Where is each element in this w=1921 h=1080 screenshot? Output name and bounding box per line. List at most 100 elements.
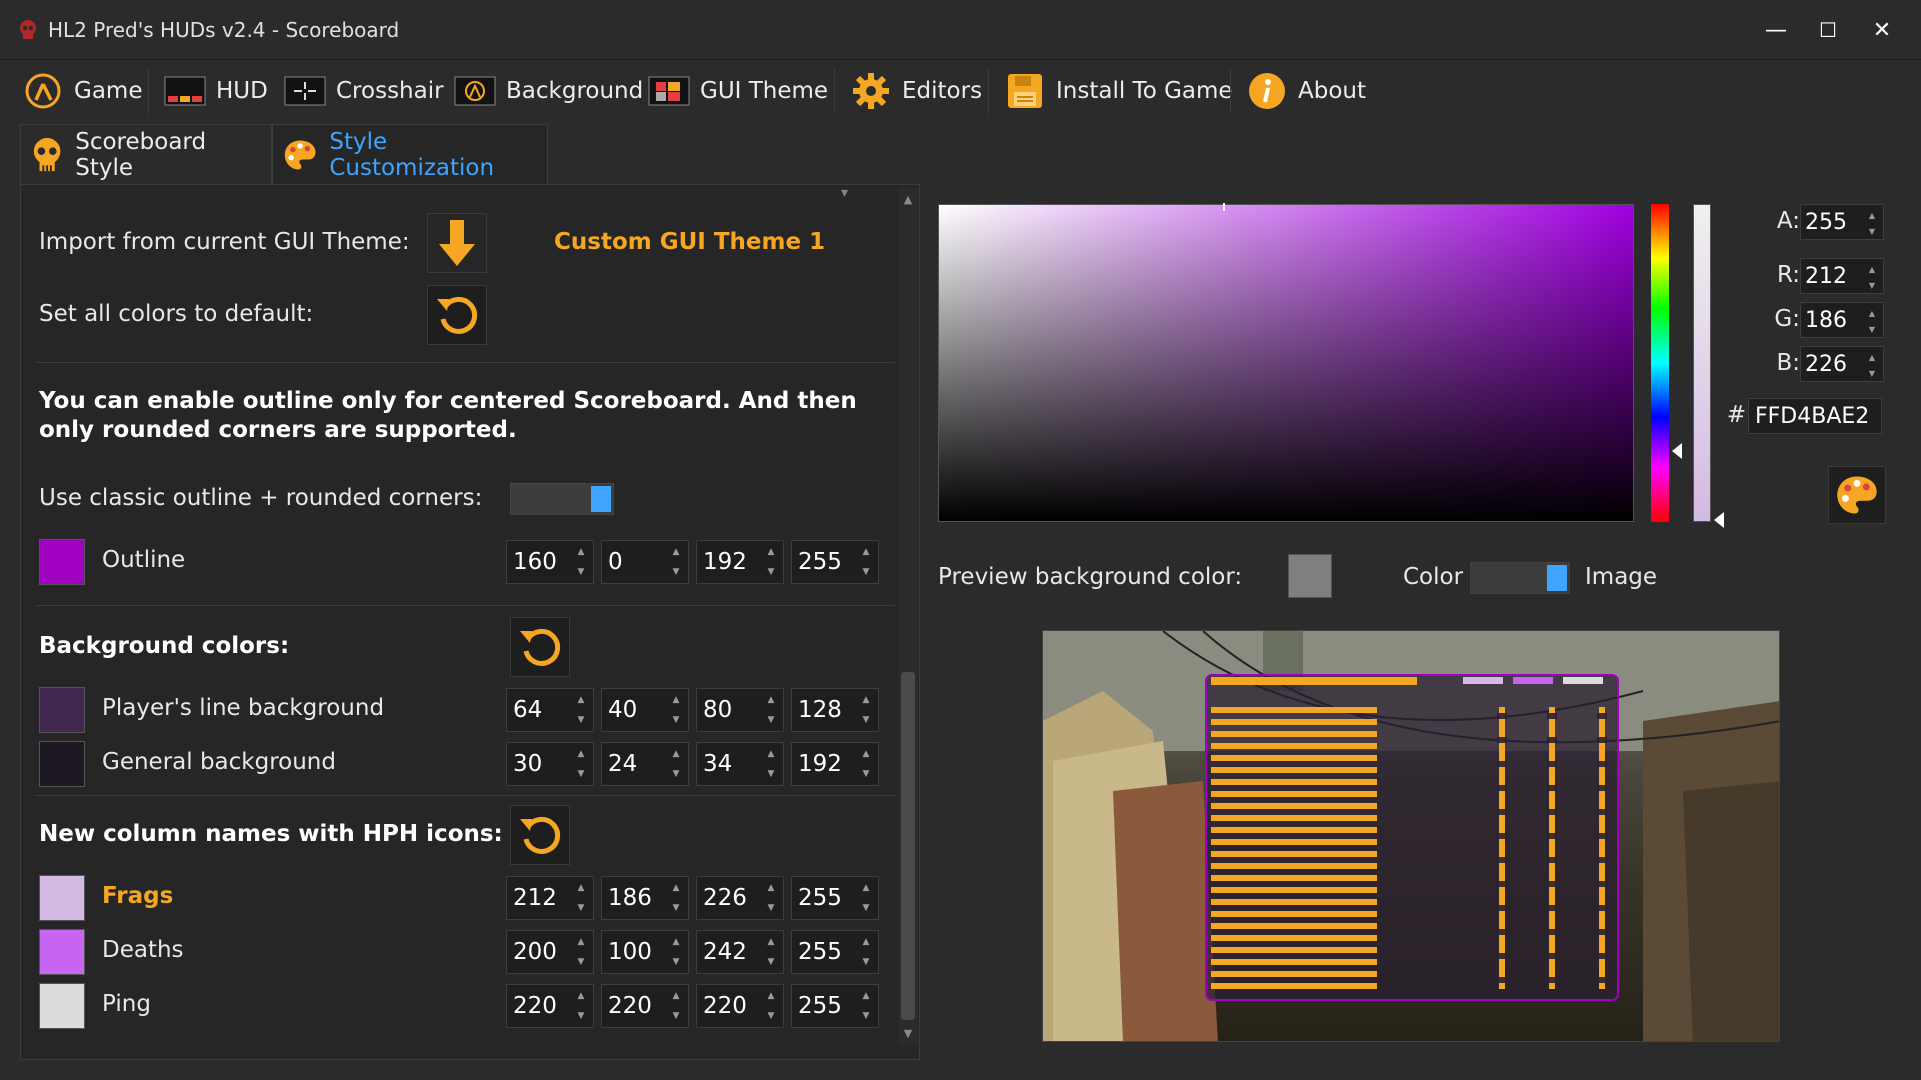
spin-down-icon[interactable]: ▼ [858,563,874,581]
alpha-slider[interactable] [1693,204,1711,522]
tab-scoreboard-style[interactable]: Scoreboard Style [20,124,272,184]
spin-up-icon[interactable]: ▲ [668,691,684,709]
spin-up-icon[interactable]: ▲ [858,745,874,763]
general-bg-r-input[interactable] [507,743,573,785]
deaths-b-spin[interactable]: ▲▼ [696,930,784,974]
spin-down-icon[interactable]: ▼ [858,899,874,917]
spin-up-icon[interactable]: ▲ [573,879,589,897]
ping-r-spin[interactable]: ▲▼ [506,984,594,1028]
spin-up-icon[interactable]: ▲ [763,933,779,951]
spin-up-icon[interactable]: ▲ [1865,261,1879,277]
ping-b-input[interactable] [697,985,763,1027]
outline-swatch[interactable] [39,539,85,585]
spin-up-icon[interactable]: ▲ [763,745,779,763]
general-bg-a-spin[interactable]: ▲▼ [791,742,879,786]
ping-a-spin[interactable]: ▲▼ [791,984,879,1028]
preview-mode-toggle[interactable] [1470,562,1570,594]
players-line-b-input[interactable] [697,689,763,731]
spin-up-icon[interactable]: ▲ [858,691,874,709]
players-line-a-spin[interactable]: ▲▼ [791,688,879,732]
spin-down-icon[interactable]: ▼ [763,711,779,729]
spin-up-icon[interactable]: ▲ [858,879,874,897]
spin-down-icon[interactable]: ▼ [668,1007,684,1025]
frags-b-spin[interactable]: ▲▼ [696,876,784,920]
players-line-swatch[interactable] [39,687,85,733]
spin-up-icon[interactable]: ▲ [763,879,779,897]
preview-bg-swatch[interactable] [1288,554,1332,598]
outline-b-input[interactable] [697,541,763,583]
alpha-slider-handle[interactable] [1714,512,1724,528]
spin-up-icon[interactable]: ▲ [573,543,589,561]
spin-down-icon[interactable]: ▼ [858,1007,874,1025]
menu-crosshair[interactable]: Crosshair [276,62,452,120]
ping-g-input[interactable] [602,985,668,1027]
outline-r-input[interactable] [507,541,573,583]
red-input[interactable] [1801,259,1863,293]
frags-r-input[interactable] [507,877,573,919]
ping-g-spin[interactable]: ▲▼ [601,984,689,1028]
deaths-a-input[interactable] [792,931,858,973]
spin-up-icon[interactable]: ▲ [858,543,874,561]
ping-b-spin[interactable]: ▲▼ [696,984,784,1028]
menu-editors[interactable]: Editors [842,62,990,120]
general-bg-g-spin[interactable]: ▲▼ [601,742,689,786]
spin-down-icon[interactable]: ▼ [763,765,779,783]
spin-up-icon[interactable]: ▲ [763,691,779,709]
spin-down-icon[interactable]: ▼ [573,1007,589,1025]
tab-style-customization[interactable]: Style Customization [272,124,548,184]
spin-up-icon[interactable]: ▲ [1865,349,1879,365]
spin-down-icon[interactable]: ▼ [1865,321,1879,337]
hue-slider[interactable] [1651,204,1669,522]
spin-up-icon[interactable]: ▲ [763,543,779,561]
spin-up-icon[interactable]: ▲ [573,691,589,709]
outline-r-spin[interactable]: ▲▼ [506,540,594,584]
reset-all-button[interactable] [427,285,487,345]
scroll-down-icon[interactable]: ▼ [898,1024,918,1042]
deaths-r-input[interactable] [507,931,573,973]
players-line-g-spin[interactable]: ▲▼ [601,688,689,732]
deaths-a-spin[interactable]: ▲▼ [791,930,879,974]
frags-g-input[interactable] [602,877,668,919]
frags-a-input[interactable] [792,877,858,919]
menu-game[interactable]: Game [14,62,150,120]
spin-down-icon[interactable]: ▼ [858,765,874,783]
outline-g-spin[interactable]: ▲▼ [601,540,689,584]
general-bg-a-input[interactable] [792,743,858,785]
reset-bg-colors-button[interactable] [510,617,570,677]
general-bg-b-spin[interactable]: ▲▼ [696,742,784,786]
classic-outline-toggle[interactable] [510,483,614,515]
settings-scrollbar[interactable]: ▲ ▼ [898,188,918,1044]
frags-a-spin[interactable]: ▲▼ [791,876,879,920]
frags-swatch[interactable] [39,875,85,921]
spin-up-icon[interactable]: ▲ [573,933,589,951]
deaths-g-spin[interactable]: ▲▼ [601,930,689,974]
spin-down-icon[interactable]: ▼ [858,711,874,729]
spin-down-icon[interactable]: ▼ [573,711,589,729]
outline-a-spin[interactable]: ▲▼ [791,540,879,584]
import-theme-button[interactable] [427,213,487,273]
spin-down-icon[interactable]: ▼ [1865,365,1879,381]
spin-down-icon[interactable]: ▼ [763,953,779,971]
close-button[interactable]: ✕ [1862,14,1902,46]
spin-up-icon[interactable]: ▲ [573,745,589,763]
deaths-r-spin[interactable]: ▲▼ [506,930,594,974]
green-input[interactable] [1801,303,1863,337]
players-line-b-spin[interactable]: ▲▼ [696,688,784,732]
spin-up-icon[interactable]: ▲ [668,879,684,897]
spin-down-icon[interactable]: ▼ [668,899,684,917]
spin-down-icon[interactable]: ▼ [573,953,589,971]
general-bg-swatch[interactable] [39,741,85,787]
spin-up-icon[interactable]: ▲ [668,745,684,763]
spin-up-icon[interactable]: ▲ [763,987,779,1005]
menu-gui-theme[interactable]: GUI Theme [640,62,836,120]
spin-up-icon[interactable]: ▲ [573,987,589,1005]
menu-background[interactable]: Background [446,62,651,120]
general-bg-r-spin[interactable]: ▲▼ [506,742,594,786]
spin-down-icon[interactable]: ▼ [858,953,874,971]
spin-down-icon[interactable]: ▼ [668,953,684,971]
menu-install-to-game[interactable]: Install To Game [996,62,1241,120]
spin-down-icon[interactable]: ▼ [668,765,684,783]
hue-slider-handle[interactable] [1672,443,1682,459]
ping-r-input[interactable] [507,985,573,1027]
green-spin[interactable]: ▲▼ [1800,302,1884,338]
